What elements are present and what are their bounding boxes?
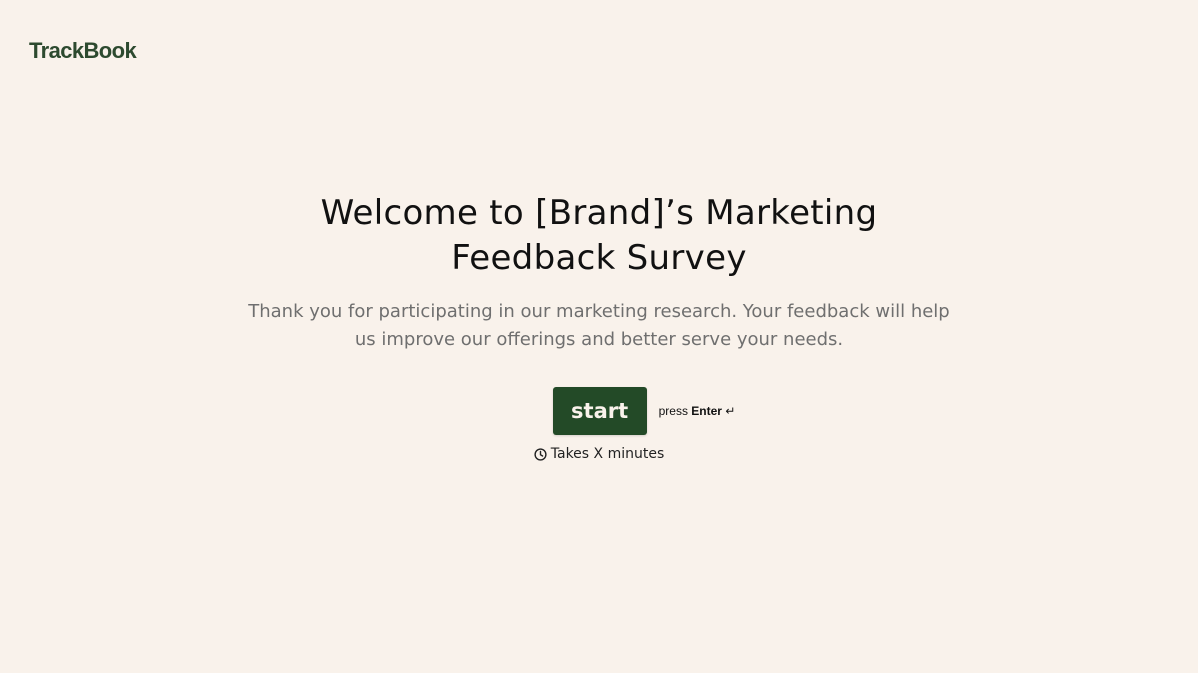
page-title: Welcome to [Brand]’s Marketing Feedback … [320,193,878,278]
start-button[interactable]: start [552,387,647,435]
clock-icon [534,447,547,461]
survey-duration: Takes X minutes [534,446,665,462]
return-key-icon: ↵ [725,404,736,418]
hint-key: Enter [691,404,722,418]
page-description: Thank you for participating in our marke… [248,301,950,350]
hint-prefix: press [658,404,688,418]
keyboard-hint: press Enter ↵ [659,404,736,418]
start-actions: start press Enter ↵ [552,387,736,435]
brand-logo[interactable]: TrackBook [29,36,137,66]
welcome-screen: Welcome to [Brand]’s Marketing Feedback … [0,191,1198,462]
duration-text: Takes X minutes [550,446,665,462]
